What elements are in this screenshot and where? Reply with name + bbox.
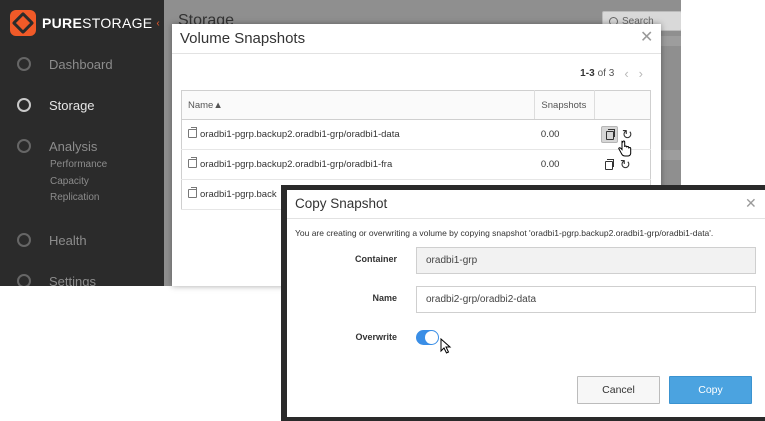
snapshot-icon (188, 127, 197, 138)
container-label: Container (354, 254, 397, 264)
dashboard-icon (17, 57, 31, 71)
container-field[interactable]: oradbi1-grp (416, 247, 756, 274)
sidebar-subitem-performance[interactable]: Performance (50, 159, 107, 170)
snapshot-size: 0.00 (534, 119, 595, 150)
dialog-header: Volume Snapshots ✕ (172, 24, 661, 54)
pagination: 1-3 of 3 ‹ › (580, 66, 643, 81)
snapshot-icon (188, 157, 197, 168)
dialog-title: Volume Snapshots (180, 30, 306, 47)
dialog-description: You are creating or overwriting a volume… (295, 228, 714, 238)
table-row[interactable]: oradbi1-pgrp.backup2.oradbi1-grp/oradbi1… (181, 119, 651, 150)
sidebar-item-label: Dashboard (49, 56, 113, 72)
brand-logo[interactable]: PURESTORAGE ‹ (10, 10, 160, 36)
sidebar-subitem-replication[interactable]: Replication (50, 192, 99, 203)
sidebar-item-dashboard[interactable]: Dashboard (0, 53, 164, 75)
sidebar-item-health[interactable]: Health (0, 229, 164, 251)
overwrite-label: Overwrite (355, 332, 397, 342)
close-icon[interactable]: ✕ (745, 196, 757, 210)
copy-snapshot-icon[interactable] (600, 126, 618, 143)
dialog-body: Copy Snapshot ✕ You are creating or over… (287, 190, 765, 417)
sidebar-item-storage[interactable]: Storage (0, 94, 164, 116)
snapshot-name: oradbi1-pgrp.back (200, 189, 277, 200)
copy-button[interactable]: Copy (669, 376, 752, 404)
column-header-actions (594, 90, 651, 120)
overwrite-toggle[interactable] (416, 330, 439, 345)
name-field[interactable]: oradbi2-grp/oradbi2-data (416, 286, 756, 313)
pagination-total: of 3 (597, 68, 615, 79)
settings-icon (17, 274, 31, 286)
sidebar-subitem-capacity[interactable]: Capacity (50, 176, 89, 187)
snapshot-icon (188, 187, 197, 198)
analysis-icon (17, 139, 31, 153)
restore-icon[interactable]: ↻ (618, 157, 633, 172)
health-icon (17, 233, 31, 247)
sidebar-item-analysis[interactable]: Analysis (0, 135, 164, 157)
pure-storage-logo-icon (10, 10, 36, 36)
storage-icon (17, 98, 31, 112)
column-header-name[interactable]: Name▲ (181, 90, 535, 120)
column-header-snapshots[interactable]: Snapshots (534, 90, 595, 120)
sidebar: PURESTORAGE ‹ Dashboard Storage Analysis… (0, 0, 164, 286)
sidebar-collapse-icon[interactable]: ‹ (156, 18, 159, 29)
dialog-title: Copy Snapshot (295, 196, 388, 211)
pagination-range: 1-3 (580, 68, 595, 79)
table-row[interactable]: oradbi1-pgrp.backup2.oradbi1-grp/oradbi1… (181, 149, 651, 180)
sidebar-item-settings[interactable]: Settings (0, 270, 164, 286)
snapshot-size: 0.00 (534, 149, 595, 180)
sidebar-item-label: Health (49, 232, 87, 248)
chevron-right-icon[interactable]: › (639, 66, 643, 81)
cancel-button[interactable]: Cancel (577, 376, 660, 404)
copy-snapshot-dialog: Copy Snapshot ✕ You are creating or over… (281, 185, 765, 421)
hand-cursor-icon (618, 140, 632, 157)
chevron-left-icon[interactable]: ‹ (624, 66, 628, 81)
snapshot-name: oradbi1-pgrp.backup2.oradbi1-grp/oradbi1… (200, 129, 400, 140)
table-header-row: Name▲ Snapshots (181, 90, 651, 120)
close-icon[interactable]: ✕ (640, 30, 653, 46)
dialog-header: Copy Snapshot ✕ (287, 190, 765, 219)
sidebar-item-label: Analysis (49, 138, 98, 154)
copy-snapshot-icon[interactable] (601, 157, 616, 172)
arrow-cursor-icon (440, 338, 452, 354)
brand-name: PURESTORAGE (42, 15, 153, 31)
name-label: Name (372, 293, 397, 303)
sidebar-item-label: Storage (49, 97, 95, 113)
snapshot-name: oradbi1-pgrp.backup2.oradbi1-grp/oradbi1… (200, 159, 393, 170)
sidebar-item-label: Settings (49, 273, 96, 287)
